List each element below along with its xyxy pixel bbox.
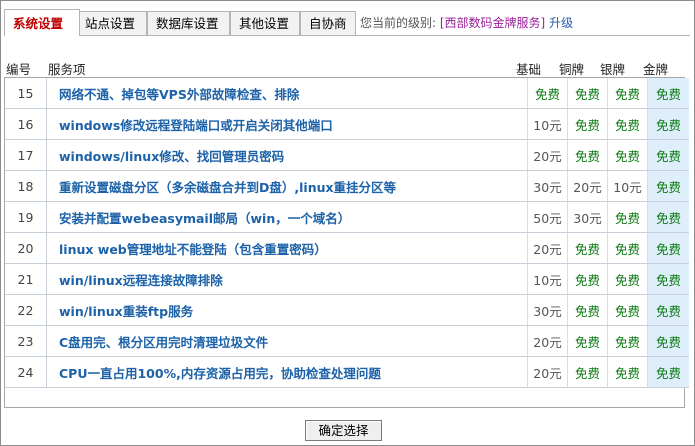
table-row[interactable]: 19 安装并配置webeasymail邮局（win，一个域名） 50元 30元 免费 免费 xyxy=(5,201,689,233)
price-bronze: 免费 xyxy=(567,108,608,140)
level-prefix: 您当前的级别: xyxy=(360,16,437,30)
price-gold: 免费 xyxy=(647,108,689,140)
price-silver: 免费 xyxy=(607,294,648,326)
row-number: 23 xyxy=(5,325,47,357)
price-gold: 免费 xyxy=(647,78,689,109)
service-item[interactable]: C盘用完、根分区用完时清理垃圾文件 xyxy=(46,325,528,357)
level-name: [西部数码金牌服务] xyxy=(439,16,546,30)
table-row[interactable]: 17 windows/linux修改、找回管理员密码 20元 免费 免费 免费 xyxy=(5,139,689,171)
table-row[interactable]: 23 C盘用完、根分区用完时清理垃圾文件 20元 免费 免费 免费 xyxy=(5,325,689,357)
row-number: 17 xyxy=(5,139,47,171)
price-silver: 免费 xyxy=(607,108,648,140)
price-silver: 免费 xyxy=(607,201,648,233)
price-basic: 10元 xyxy=(527,263,568,295)
service-table: 15 网络不通、掉包等VPS外部故障检查、排除 免费 免费 免费 免费 16 windows修… xyxy=(4,77,689,408)
table-row[interactable]: 18 重新设置磁盘分区（多余磁盘合并到D盘）,linux重挂分区等 30元 20元 10… xyxy=(5,170,689,202)
level-info: 您当前的级别: [西部数码金牌服务] 升级 xyxy=(360,11,573,35)
price-bronze: 免费 xyxy=(567,263,608,295)
price-gold: 免费 xyxy=(647,232,689,264)
price-gold: 免费 xyxy=(647,356,689,388)
table-row[interactable]: 15 网络不通、掉包等VPS外部故障检查、排除 免费 免费 免费 免费 xyxy=(5,78,689,109)
row-number: 22 xyxy=(5,294,47,326)
service-item[interactable]: 网络不通、掉包等VPS外部故障检查、排除 xyxy=(46,78,528,109)
row-number: 20 xyxy=(5,232,47,264)
price-basic: 免费 xyxy=(527,78,568,109)
col-bronze: 铜牌 xyxy=(559,62,585,77)
tab-other-settings[interactable]: 其他设置 xyxy=(230,11,300,35)
col-service: 服务项 xyxy=(48,62,86,77)
tab-system-settings[interactable]: 系统设置 xyxy=(4,9,80,36)
service-item[interactable]: linux web管理地址不能登陆（包含重置密码） xyxy=(46,232,528,264)
tab-bar: 系统设置 站点设置 数据库设置 其他设置 自协商 您当前的级别: [西部数码金牌… xyxy=(4,9,690,36)
price-basic: 20元 xyxy=(527,325,568,357)
price-bronze: 免费 xyxy=(567,139,608,171)
price-silver: 免费 xyxy=(607,232,648,264)
price-bronze: 免费 xyxy=(567,294,608,326)
price-basic: 30元 xyxy=(527,294,568,326)
price-gold: 免费 xyxy=(647,294,689,326)
price-basic: 20元 xyxy=(527,232,568,264)
col-silver: 银牌 xyxy=(600,62,626,77)
table-row[interactable]: 20 linux web管理地址不能登陆（包含重置密码） 20元 免费 免费 免费 xyxy=(5,232,689,264)
price-bronze: 30元 xyxy=(567,201,608,233)
service-item[interactable]: windows修改远程登陆端口或开启关闭其他端口 xyxy=(46,108,528,140)
row-number: 18 xyxy=(5,170,47,202)
table-row[interactable]: 24 CPU一直占用100%,内存资源占用完，协助检查处理问题 20元 免费 免费 免费 xyxy=(5,356,689,388)
price-bronze: 免费 xyxy=(567,356,608,388)
tab-database-settings[interactable]: 数据库设置 xyxy=(147,11,230,35)
price-gold: 免费 xyxy=(647,201,689,233)
table-row[interactable]: 22 win/linux重装ftp服务 30元 免费 免费 免费 xyxy=(5,294,689,326)
col-basic: 基础 xyxy=(516,62,542,77)
price-silver: 免费 xyxy=(607,78,648,109)
price-basic: 20元 xyxy=(527,139,568,171)
price-gold: 免费 xyxy=(647,263,689,295)
price-basic: 50元 xyxy=(527,201,568,233)
service-item[interactable]: 安装并配置webeasymail邮局（win，一个域名） xyxy=(46,201,528,233)
row-number: 21 xyxy=(5,263,47,295)
price-silver: 免费 xyxy=(607,325,648,357)
tab-auto-negotiate[interactable]: 自协商 xyxy=(300,11,356,35)
price-basic: 10元 xyxy=(527,108,568,140)
col-no: 编号 xyxy=(6,62,32,77)
upgrade-link[interactable]: 升级 xyxy=(549,16,573,30)
service-item[interactable]: 重新设置磁盘分区（多余磁盘合并到D盘）,linux重挂分区等 xyxy=(46,170,528,202)
price-silver: 免费 xyxy=(607,356,648,388)
price-bronze: 免费 xyxy=(567,325,608,357)
price-basic: 30元 xyxy=(527,170,568,202)
row-number: 16 xyxy=(5,108,47,140)
price-gold: 免费 xyxy=(647,325,689,357)
table-header: 编号 服务项 基础 铜牌 银牌 金牌 xyxy=(0,57,693,77)
service-item[interactable]: win/linux重装ftp服务 xyxy=(46,294,528,326)
price-silver: 10元 xyxy=(607,170,648,202)
price-silver: 免费 xyxy=(607,263,648,295)
confirm-button[interactable]: 确定选择 xyxy=(305,420,382,441)
table-row[interactable]: 21 win/linux远程连接故障排除 10元 免费 免费 免费 xyxy=(5,263,689,295)
service-item[interactable]: windows/linux修改、找回管理员密码 xyxy=(46,139,528,171)
row-number: 24 xyxy=(5,356,47,388)
price-bronze: 免费 xyxy=(567,78,608,109)
price-bronze: 20元 xyxy=(567,170,608,202)
price-gold: 免费 xyxy=(647,139,689,171)
price-silver: 免费 xyxy=(607,139,648,171)
service-item[interactable]: win/linux远程连接故障排除 xyxy=(46,263,528,295)
row-number: 19 xyxy=(5,201,47,233)
price-bronze: 免费 xyxy=(567,232,608,264)
col-gold: 金牌 xyxy=(643,62,669,77)
service-item[interactable]: CPU一直占用100%,内存资源占用完，协助检查处理问题 xyxy=(46,356,528,388)
price-gold: 免费 xyxy=(647,170,689,202)
price-basic: 20元 xyxy=(527,356,568,388)
tab-site-settings[interactable]: 站点设置 xyxy=(76,11,147,35)
row-number: 15 xyxy=(5,78,47,109)
table-row[interactable]: 16 windows修改远程登陆端口或开启关闭其他端口 10元 免费 免费 免费 xyxy=(5,108,689,140)
